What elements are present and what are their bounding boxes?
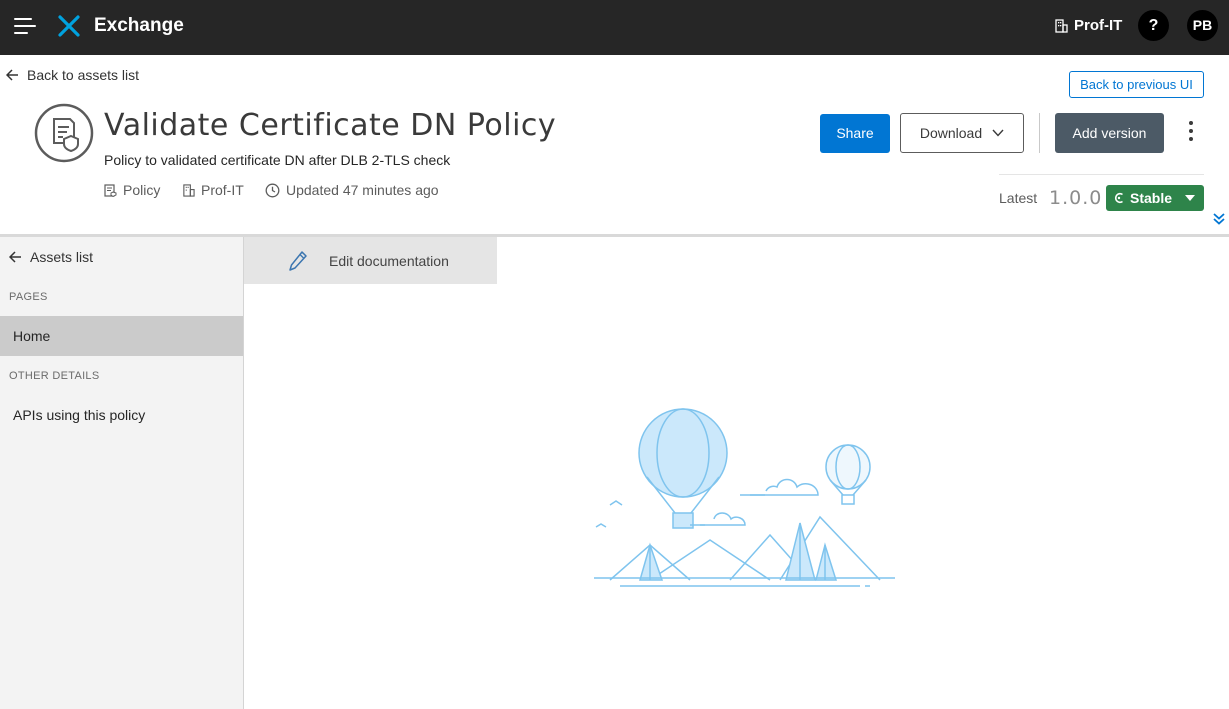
edit-documentation-button[interactable]: Edit documentation bbox=[244, 237, 497, 284]
updated-label: Updated 47 minutes ago bbox=[286, 182, 439, 198]
org-switcher[interactable]: Prof-IT bbox=[1054, 17, 1122, 34]
divider bbox=[1039, 113, 1040, 153]
sidebar-item-home[interactable]: Home bbox=[0, 316, 243, 356]
double-chevron-down-icon[interactable] bbox=[1212, 212, 1226, 226]
assets-list-link[interactable]: Assets list bbox=[9, 249, 93, 265]
caret-down-icon bbox=[1185, 195, 1196, 201]
app-title[interactable]: Exchange bbox=[94, 15, 184, 37]
back-link-label: Back to assets list bbox=[27, 67, 140, 83]
empty-state-balloon-illustration bbox=[594, 408, 895, 587]
menu-icon[interactable] bbox=[14, 16, 36, 36]
chevron-down-icon bbox=[992, 129, 1004, 137]
top-bar: Exchange Prof-IT ? PB bbox=[0, 0, 1229, 55]
download-button[interactable]: Download bbox=[900, 113, 1024, 153]
help-button[interactable]: ? bbox=[1138, 10, 1169, 41]
page-title: Validate Certificate DN Policy bbox=[104, 108, 557, 143]
status-label: Stable bbox=[1130, 190, 1173, 206]
arrow-left-icon bbox=[9, 251, 21, 263]
asset-type: Policy bbox=[104, 182, 160, 198]
version-number: 1.0.0 bbox=[1049, 187, 1103, 209]
pages-heading: PAGES bbox=[9, 291, 48, 303]
pencil-icon bbox=[289, 250, 307, 271]
lifecycle-icon bbox=[1114, 192, 1123, 204]
download-label: Download bbox=[919, 125, 983, 141]
divider bbox=[999, 174, 1204, 175]
policy-asset-icon bbox=[34, 103, 94, 163]
avatar[interactable]: PB bbox=[1187, 10, 1218, 41]
asset-description: Policy to validated certificate DN after… bbox=[104, 152, 451, 168]
exchange-logo-icon bbox=[58, 15, 80, 37]
building-icon bbox=[183, 183, 195, 197]
share-button[interactable]: Share bbox=[820, 114, 890, 153]
arrow-left-icon bbox=[6, 69, 18, 81]
latest-label: Latest bbox=[999, 190, 1038, 206]
building-icon bbox=[1055, 18, 1068, 33]
policy-icon bbox=[104, 183, 117, 197]
stable-status-dropdown[interactable]: Stable bbox=[1106, 185, 1204, 211]
org-name: Prof-IT bbox=[1074, 17, 1123, 34]
back-to-assets-link[interactable]: Back to assets list bbox=[6, 67, 139, 83]
asset-type-label: Policy bbox=[123, 182, 161, 198]
other-details-heading: OTHER DETAILS bbox=[9, 370, 100, 382]
asset-org: Prof-IT bbox=[182, 182, 244, 198]
edit-documentation-label: Edit documentation bbox=[329, 252, 449, 269]
assets-list-label: Assets list bbox=[30, 249, 94, 265]
clock-icon bbox=[265, 183, 280, 197]
add-version-button[interactable]: Add version bbox=[1055, 113, 1164, 153]
more-options-icon[interactable] bbox=[1185, 121, 1197, 145]
asset-updated: Updated 47 minutes ago bbox=[265, 182, 439, 198]
sidebar: Assets list PAGES Home OTHER DETAILS API… bbox=[0, 237, 244, 709]
back-to-previous-ui-button[interactable]: Back to previous UI bbox=[1069, 71, 1204, 98]
asset-org-label: Prof-IT bbox=[201, 182, 244, 198]
sidebar-item-apis-using-policy[interactable]: APIs using this policy bbox=[0, 395, 243, 435]
